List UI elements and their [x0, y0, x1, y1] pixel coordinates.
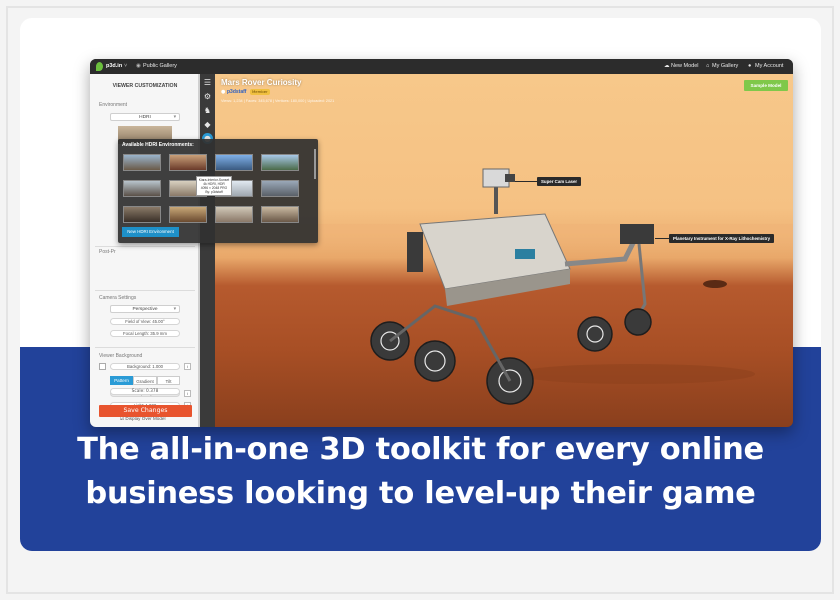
hdri-tooltip: Kiara-Interior-Sunset 4k HDRI, HDR 4096 … — [196, 176, 232, 196]
gear-icon[interactable]: ⚙ — [202, 91, 213, 102]
chevron-down-icon: ▾ — [173, 307, 176, 312]
promo-card: p3d.in ˅ ◉ Public Gallery ☁ New Model ⌂ … — [20, 18, 821, 551]
sidebar-divider — [95, 347, 195, 348]
info-icon[interactable]: i — [184, 390, 191, 397]
tool-strip: ☰ ⚙ ♞ ◆ ● — [200, 74, 215, 427]
nav-my-gallery[interactable]: My Gallery — [712, 63, 738, 69]
hdri-thumbnail[interactable] — [261, 206, 299, 223]
member-badge: Member — [250, 89, 270, 95]
rover-mast — [494, 184, 498, 214]
info-icon[interactable]: i — [184, 363, 191, 370]
model-viewport[interactable]: Mars Rover Curiosity ● p3dstaff Member V… — [215, 74, 793, 427]
annotation-pixl[interactable]: Planetary Instrument for X-Ray Lithochem… — [669, 234, 775, 243]
app-logo[interactable]: p3d.in — [106, 63, 122, 69]
save-changes-button[interactable]: Save Changes — [99, 405, 192, 417]
headline-line-2: business looking to level-up their game — [85, 476, 756, 511]
hdri-scrollbar[interactable] — [314, 149, 316, 179]
tag-icon[interactable]: ◆ — [202, 119, 213, 130]
focal-length-slider[interactable]: Focal Length: 35.9 mm — [110, 330, 180, 337]
new-hdri-environment-button[interactable]: New HDRI Environment — [122, 227, 179, 237]
hdri-thumbnail[interactable] — [123, 180, 161, 197]
logo-icon — [96, 62, 103, 71]
chevron-down-icon[interactable]: ˅ — [124, 63, 127, 69]
nav-my-account[interactable]: My Account — [755, 63, 783, 69]
annotation-leader — [655, 238, 669, 239]
sliders-icon[interactable]: ☰ — [202, 77, 213, 88]
hdri-thumbnail[interactable] — [169, 154, 207, 171]
annotation-super-cam[interactable]: Super Cam Laser — [537, 177, 582, 186]
hdri-thumbnail[interactable] — [123, 154, 161, 171]
chevron-down-icon: ▾ — [173, 115, 176, 120]
nav-public-gallery[interactable]: Public Gallery — [143, 63, 177, 69]
environment-value: HDRI — [139, 115, 151, 120]
field-of-view-slider[interactable]: Field of View: 45.00° — [110, 318, 180, 325]
hdri-thumbnail[interactable] — [169, 206, 207, 223]
viewer-background-label: Viewer Background — [99, 353, 143, 359]
model-title: Mars Rover Curiosity — [221, 78, 302, 87]
environment-label: Environment — [99, 102, 128, 108]
camera-settings-label: Camera Settings — [99, 295, 137, 301]
headline-line-1: The all-in-one 3D toolkit for every onli… — [77, 432, 764, 467]
rock — [703, 280, 727, 288]
cloud-upload-icon: ☁ — [664, 63, 670, 69]
tab-pattern[interactable]: Pattern — [110, 376, 133, 385]
hdri-thumbnail[interactable] — [123, 206, 161, 223]
scale-slider[interactable]: Scale: 0.378 — [110, 388, 180, 395]
camera-mode-value: Perspective — [132, 307, 158, 312]
person-icon[interactable]: ♞ — [202, 105, 213, 116]
rover-camera-lens — [505, 174, 515, 182]
viewer-customization-sidebar: VIEWER CUSTOMIZATION Environment HDRI ▾ … — [90, 74, 200, 427]
nav-new-model[interactable]: New Model — [671, 63, 699, 69]
rover-model[interactable] — [215, 74, 793, 427]
model-author[interactable]: p3dstaff — [227, 89, 246, 95]
hdri-thumbnail[interactable] — [261, 180, 299, 197]
sample-model-button[interactable]: Sample Model — [744, 80, 788, 91]
rover-antenna — [515, 249, 535, 259]
tab-gradient[interactable]: Gradient — [133, 376, 157, 385]
user-icon: ● — [748, 63, 752, 69]
terrain-shadow — [515, 364, 755, 384]
hdri-tooltip-author: By: p3dstaff — [205, 190, 223, 195]
rover-rtg — [407, 232, 423, 272]
sidebar-title: VIEWER CUSTOMIZATION — [112, 83, 178, 89]
postfx-label: Post-Pr — [99, 249, 116, 255]
rover-wheel — [577, 316, 613, 352]
background-color-swatch[interactable] — [99, 363, 106, 370]
tab-tilt[interactable]: Tilt — [157, 376, 180, 385]
hdri-thumbnail[interactable] — [215, 154, 253, 171]
headline: The all-in-one 3D toolkit for every onli… — [20, 428, 821, 516]
globe-icon: ◉ — [136, 63, 141, 69]
environment-select[interactable]: HDRI ▾ — [110, 113, 180, 121]
sidebar-divider — [95, 290, 195, 291]
rover-wheel — [414, 340, 456, 382]
rover-arm-turret — [620, 224, 654, 244]
sidebar-divider — [95, 246, 195, 247]
home-icon: ⌂ — [706, 63, 710, 69]
app-topbar: p3d.in ˅ ◉ Public Gallery ☁ New Model ⌂ … — [90, 59, 793, 74]
hdri-title: Available HDRI Environments: — [122, 142, 194, 148]
app-screenshot: p3d.in ˅ ◉ Public Gallery ☁ New Model ⌂ … — [90, 59, 793, 427]
camera-mode-select[interactable]: Perspective ▾ — [110, 305, 180, 313]
hdri-thumbnail[interactable] — [261, 154, 299, 171]
annotation-leader — [515, 181, 537, 182]
model-meta: Views: 1,234 | Faces: 345,678 | Vertices… — [221, 99, 335, 103]
background-slider[interactable]: Background: 1.000 — [110, 363, 180, 370]
user-avatar-icon: ● — [221, 89, 226, 95]
rover-wheel — [624, 308, 652, 336]
hdri-environment-popover: Available HDRI Environments: Kiara-Inter… — [118, 139, 318, 243]
hdri-thumbnail[interactable] — [215, 206, 253, 223]
